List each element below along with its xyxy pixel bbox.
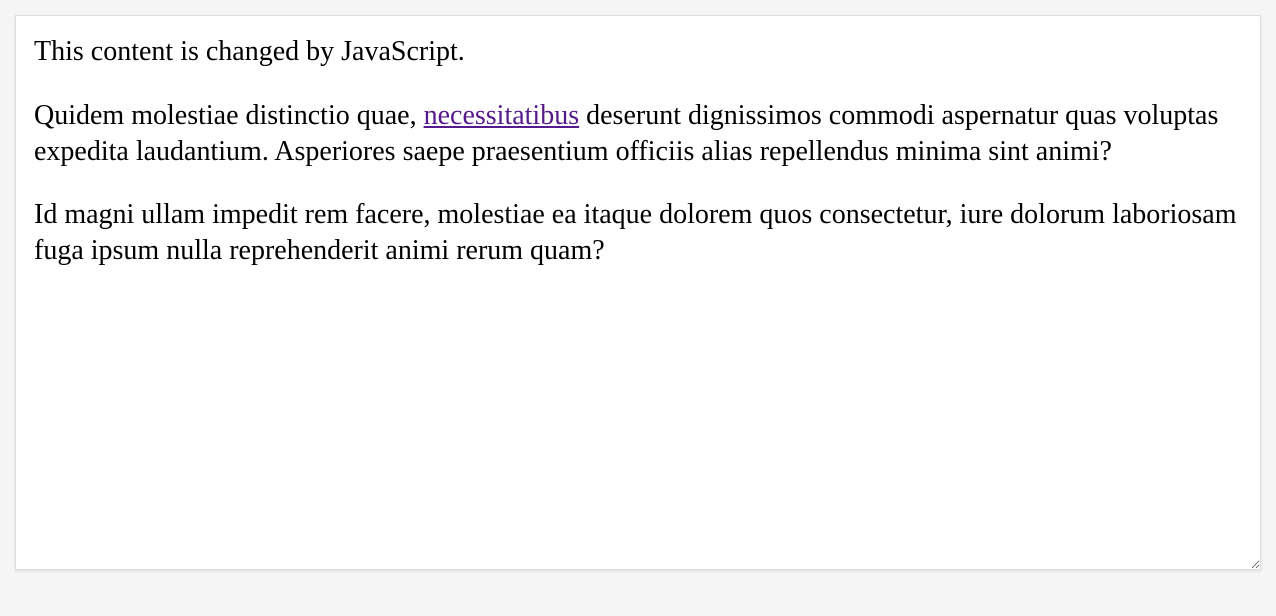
paragraph-3: Id magni ullam impedit rem facere, moles… [34,197,1242,269]
paragraph-2: Quidem molestiae distinctio quae, necess… [34,98,1242,170]
paragraph-2-text-before: Quidem molestiae distinctio quae, [34,100,424,131]
content-panel: This content is changed by JavaScript. Q… [15,15,1261,570]
necessitatibus-link[interactable]: necessitatibus [424,100,580,131]
paragraph-1: This content is changed by JavaScript. [34,34,1242,70]
